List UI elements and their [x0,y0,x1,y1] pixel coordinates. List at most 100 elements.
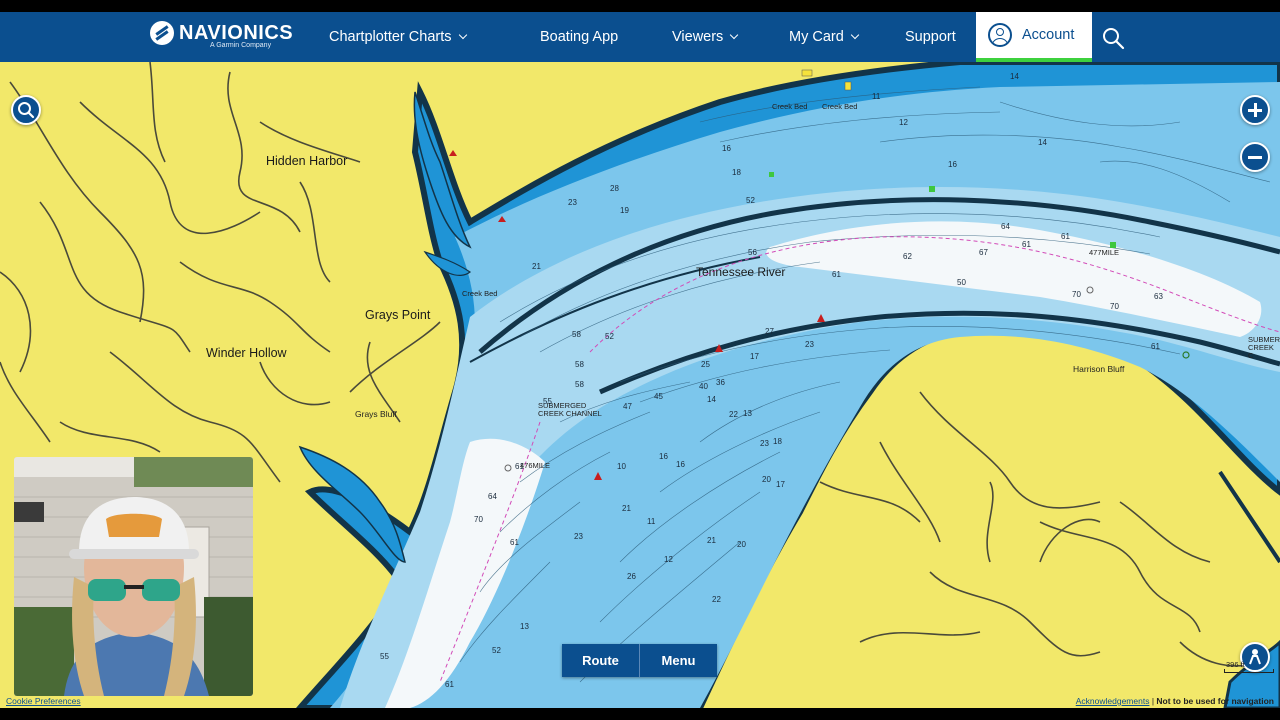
depth-sounding: 61 [515,462,524,471]
chevron-down-icon [850,30,860,40]
depth-sounding: 16 [659,452,668,461]
nav-item-boating-app[interactable]: Boating App [540,12,618,62]
acknowledgements-link[interactable]: Acknowledgements [1076,696,1150,706]
depth-sounding: 58 [575,380,584,389]
place-label-harrison-bluff: Harrison Bluff [1073,364,1125,374]
nav-item-chartplotter-charts[interactable]: Chartplotter Charts [329,12,467,62]
depth-sounding: 52 [492,646,501,655]
depth-sounding: 18 [732,168,741,177]
nav-item-label: Support [905,29,956,45]
place-label-winder-hollow: Winder Hollow [206,346,287,360]
depth-sounding: 64 [1001,222,1010,231]
chevron-down-icon [730,30,739,40]
depth-sounding: 61 [832,270,841,279]
route-button[interactable]: Route [562,644,640,677]
place-label-creek-bed: Creek Bed [822,102,858,111]
depth-sounding: 13 [743,409,752,418]
depth-sounding: 50 [957,278,966,287]
place-label-477-mile: 477MILE [1089,248,1120,257]
depth-sounding: 16 [676,460,685,469]
brand-name: NAVIONICS [179,22,294,44]
place-label-creek-bed: Creek Bed [772,102,808,111]
depth-sounding: 26 [627,572,636,581]
depth-sounding: 22 [729,410,738,419]
search-icon [18,102,35,119]
depth-sounding: 36 [716,378,725,387]
route-menu-bar: Route Menu [562,644,717,677]
depth-sounding: 61 [1022,240,1031,249]
depth-sounding: 12 [664,555,673,564]
depth-sounding: 47 [623,402,632,411]
place-label-476-mile: 476MILE [520,461,551,470]
depth-sounding: 23 [760,439,769,448]
depth-sounding: 45 [654,392,663,401]
depth-sounding: 56 [748,248,757,257]
webcam-overlay [14,457,253,696]
depth-sounding: 11 [647,517,656,526]
depth-sounding: 61 [510,538,519,547]
place-label-creek-bed: Creek Bed [462,289,498,298]
depth-sounding: 23 [568,198,577,207]
cookie-preferences-link[interactable]: Cookie Preferences [6,696,81,706]
depth-sounding: 52 [605,332,614,341]
screen: NAVIONICS A Garmin Company Chartplotter … [0,12,1280,708]
menu-button[interactable]: Menu [640,644,717,677]
brand-logo[interactable]: NAVIONICS A Garmin Company [150,21,294,49]
depth-sounding: 21 [622,504,631,513]
navigation-disclaimer: Not to be used for navigation [1156,696,1274,706]
depth-sounding: 64 [488,492,497,501]
nav-item-label: Viewers [672,29,724,45]
place-label-grays-point: Grays Point [365,308,431,322]
depth-sounding: 61 [1061,232,1070,241]
depth-sounding: 58 [572,330,581,339]
place-label-tennessee-river: Tennessee River [696,265,786,279]
depth-sounding: 16 [948,160,957,169]
depth-sounding: 23 [805,340,814,349]
map-scale: 396 ft [1224,660,1274,674]
scale-bar [1224,669,1274,673]
zoom-out-button[interactable] [1240,142,1270,172]
depth-sounding: 61 [1151,342,1160,351]
depth-sounding: 21 [532,262,541,271]
depth-sounding: 14 [1010,72,1019,81]
brand-subtitle: A Garmin Company [210,42,272,49]
depth-sounding: 70 [474,515,483,524]
nav-item-my-card[interactable]: My Card [789,12,860,62]
depth-sounding: 21 [707,536,716,545]
chevron-down-icon [458,30,467,40]
depth-sounding: 18 [773,437,782,446]
place-label-submerged-creek-right: SUBMER CREEK C [1248,335,1280,360]
depth-sounding: 12 [899,118,908,127]
place-label-grays-bluff: Grays Bluff [355,409,397,419]
depth-sounding: 67 [979,248,988,257]
depth-sounding: 63 [1154,292,1163,301]
depth-sounding: 14 [707,395,716,404]
depth-sounding: 55 [380,652,389,661]
search-icon[interactable] [1101,26,1125,50]
depth-sounding: 20 [737,540,746,549]
depth-sounding: 55 [543,397,552,406]
zoom-in-button[interactable] [1240,95,1270,125]
depth-sounding: 16 [722,144,731,153]
nav-item-viewers[interactable]: Viewers [672,12,739,62]
nav-item-support[interactable]: Support [905,12,956,62]
scale-label: 396 ft [1226,660,1245,669]
depth-sounding: 19 [620,206,629,215]
map-search-button[interactable] [11,95,41,125]
depth-sounding: 27 [765,327,774,336]
depth-sounding: 28 [610,184,619,193]
depth-sounding: 10 [617,462,626,471]
depth-sounding: 20 [762,475,771,484]
place-label-hidden-harbor: Hidden Harbor [266,154,348,168]
depth-sounding: 62 [903,252,912,261]
depth-sounding: 70 [1110,302,1119,311]
depth-sounding: 25 [701,360,710,369]
depth-sounding: 17 [776,480,785,489]
top-nav: NAVIONICS A Garmin Company Chartplotter … [0,12,1280,62]
depth-sounding: 58 [575,360,584,369]
depth-sounding: 22 [712,595,721,604]
nav-item-label: Boating App [540,29,619,45]
navionics-logo-icon [150,21,174,45]
user-icon [988,23,1012,47]
account-button[interactable]: Account [976,12,1092,62]
